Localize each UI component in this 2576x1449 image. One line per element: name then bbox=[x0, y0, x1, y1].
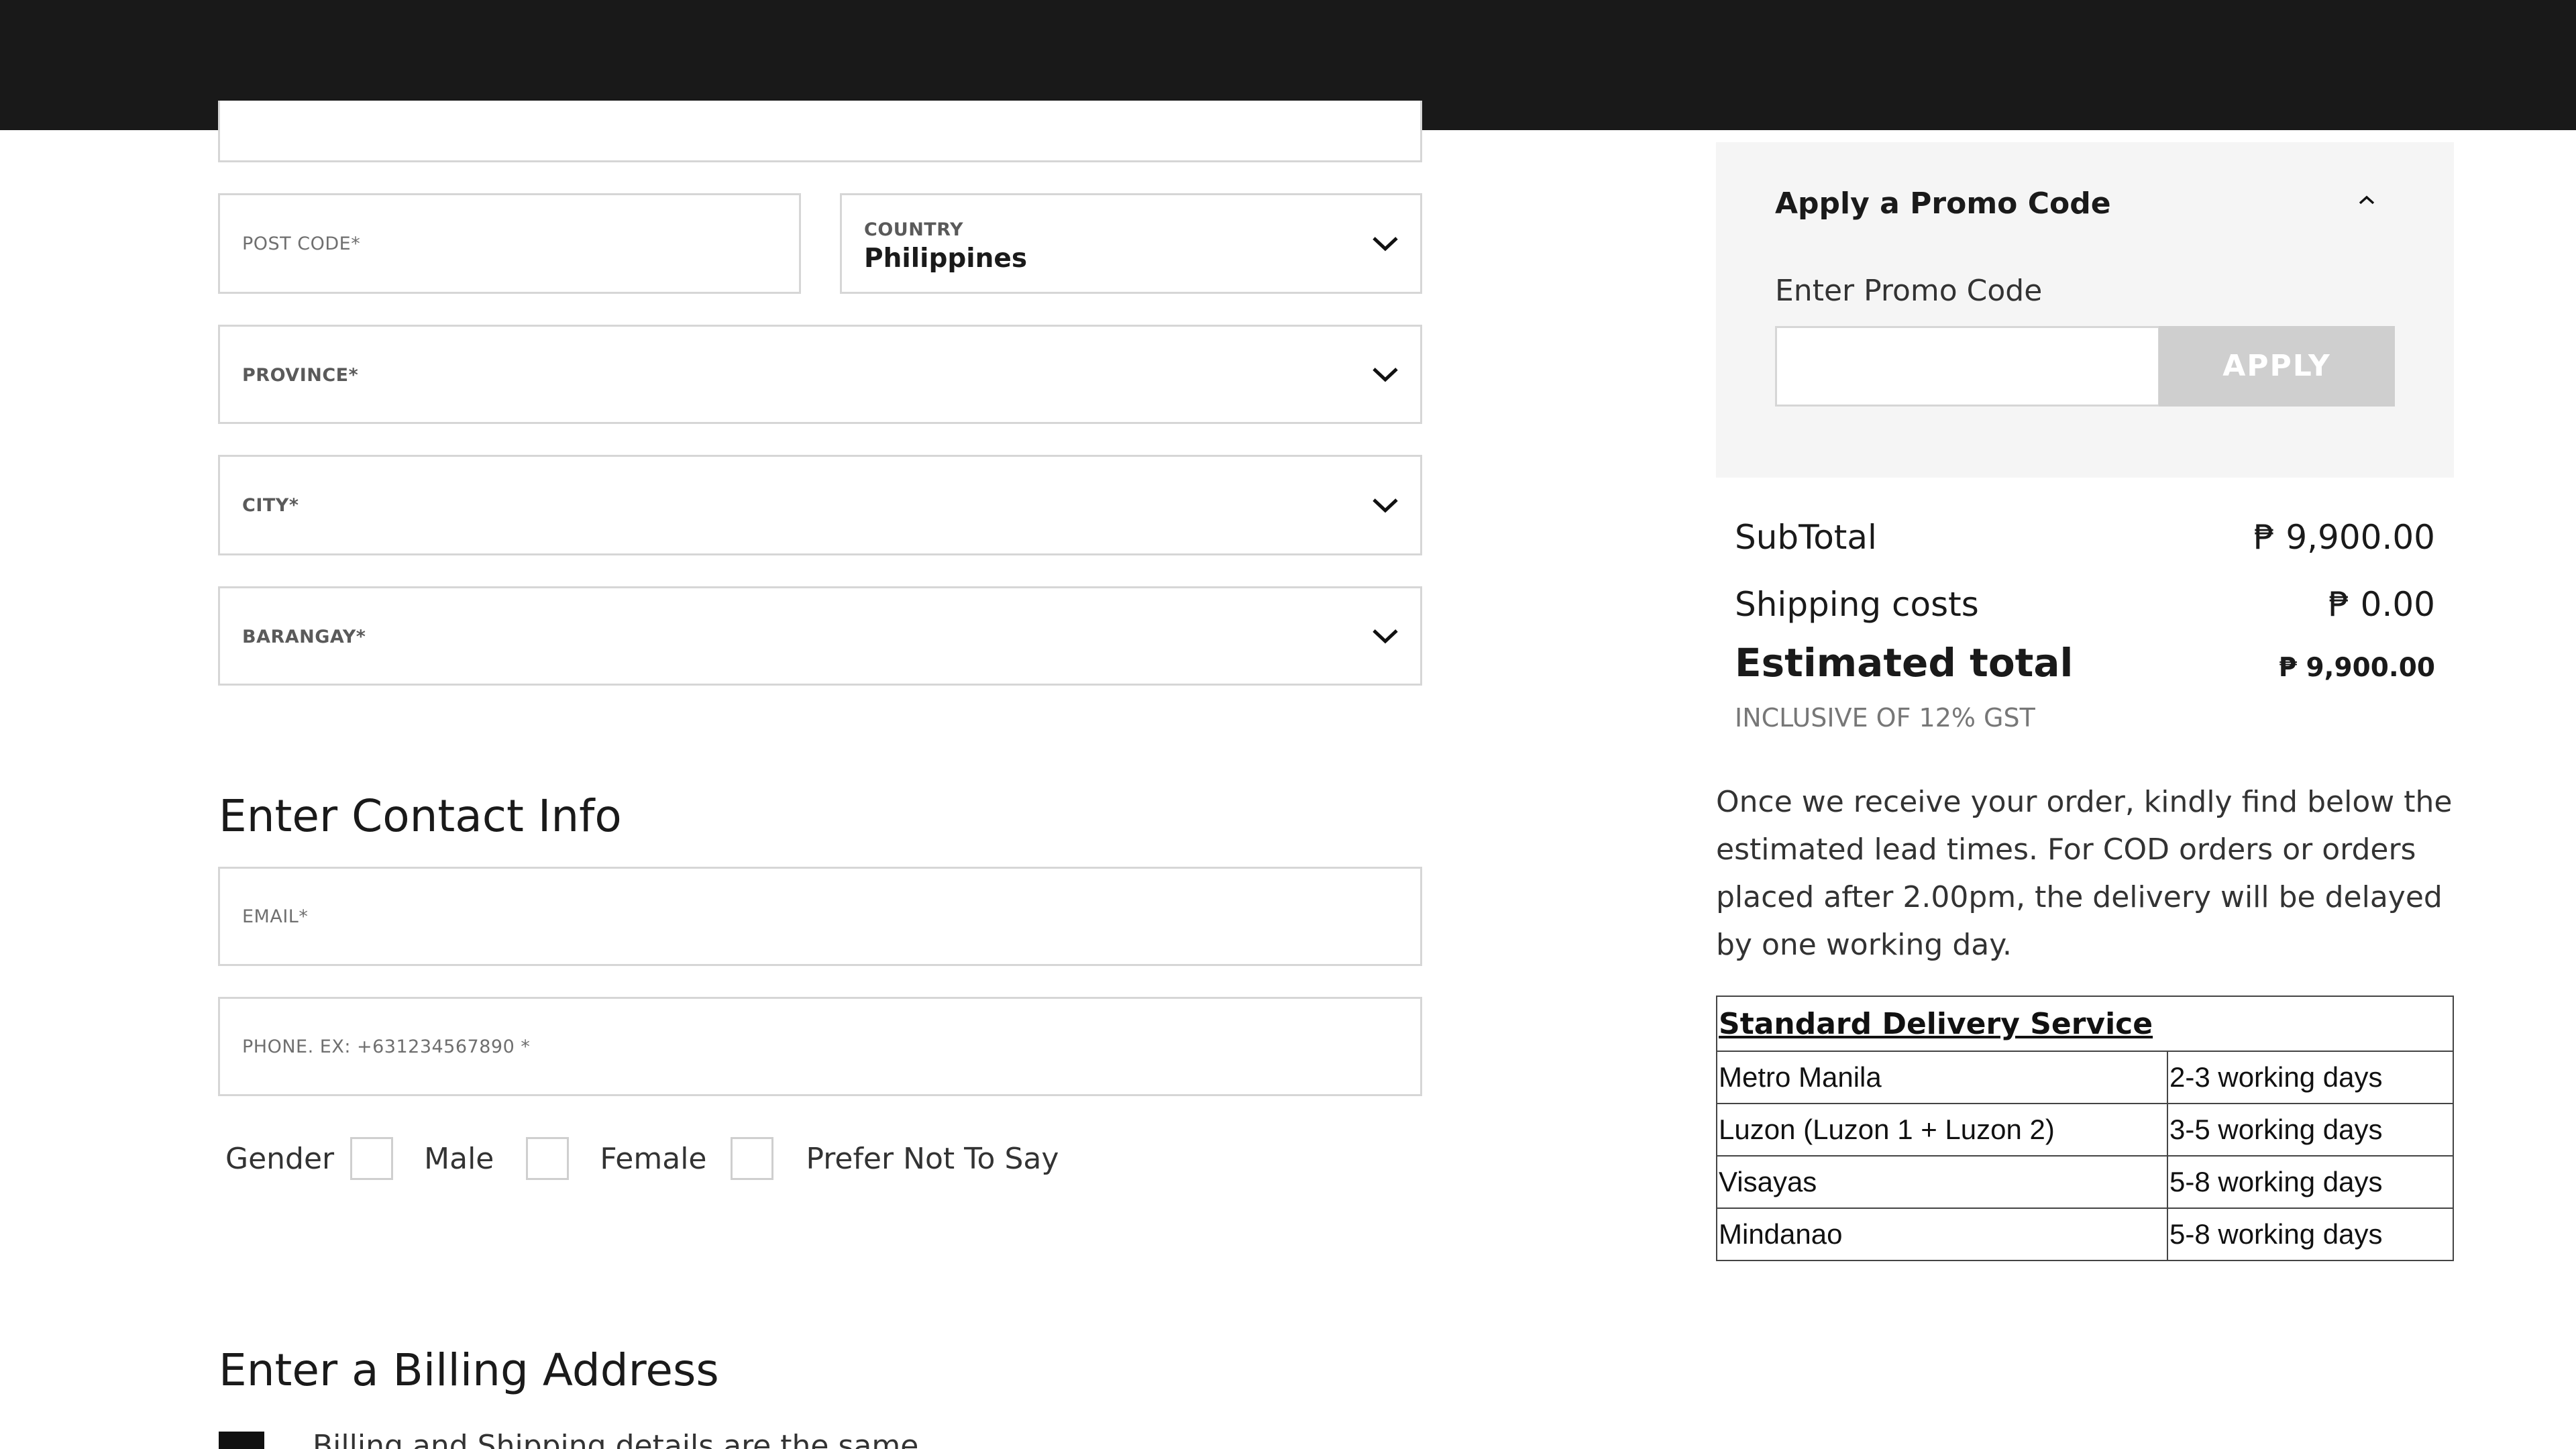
prefer-not-to-say-label: Prefer Not To Say bbox=[806, 1141, 1059, 1176]
estimated-total-label: Estimated total bbox=[1735, 640, 2074, 686]
post-code-label: POST CODE* bbox=[242, 233, 361, 254]
country-select[interactable]: COUNTRY Philippines bbox=[840, 193, 1422, 294]
barangay-select[interactable]: BARANGAY* bbox=[218, 586, 1422, 686]
promo-code-title[interactable]: Apply a Promo Code bbox=[1775, 186, 2111, 221]
contact-info-heading: Enter Contact Info bbox=[219, 790, 622, 842]
country-label: COUNTRY bbox=[864, 219, 964, 240]
table-row: Visayas 5-8 working days bbox=[1716, 1155, 2454, 1209]
chevron-down-icon[interactable] bbox=[1372, 628, 1399, 644]
gender-label: Gender bbox=[225, 1141, 335, 1176]
gender-options: Gender Male Female Prefer Not To Say bbox=[225, 1134, 1059, 1183]
phone-label: PHONE. EX: +631234567890 * bbox=[242, 1036, 531, 1057]
table-header-row: Standard Delivery Service bbox=[1716, 996, 2454, 1052]
time-cell: 2-3 working days bbox=[2167, 1051, 2454, 1104]
region-cell: Mindanao bbox=[1716, 1208, 2168, 1261]
estimated-total-row: Estimated total ₱ 9,900.00 bbox=[1735, 640, 2435, 686]
tax-note: INCLUSIVE OF 12% GST bbox=[1735, 703, 2035, 733]
region-cell: Metro Manila bbox=[1716, 1051, 2168, 1104]
barangay-label: BARANGAY* bbox=[242, 627, 366, 647]
same-as-shipping-label: Billing and Shipping details are the sam… bbox=[313, 1429, 919, 1449]
shipping-label: Shipping costs bbox=[1735, 585, 1979, 624]
chevron-down-icon[interactable] bbox=[1372, 366, 1399, 382]
email-label: EMAIL* bbox=[242, 906, 309, 927]
female-checkbox[interactable] bbox=[526, 1137, 570, 1180]
promo-code-input[interactable] bbox=[1775, 326, 2160, 407]
phone-field[interactable]: PHONE. EX: +631234567890 * bbox=[218, 997, 1422, 1096]
subtotal-label: SubTotal bbox=[1735, 518, 1877, 557]
time-cell: 5-8 working days bbox=[2167, 1208, 2454, 1261]
promo-code-panel: Apply a Promo Code Enter Promo Code APPL… bbox=[1716, 142, 2454, 478]
province-select[interactable]: PROVINCE* bbox=[218, 325, 1422, 424]
chevron-up-icon[interactable] bbox=[2358, 195, 2375, 205]
city-label: CITY* bbox=[242, 495, 299, 516]
time-cell: 3-5 working days bbox=[2167, 1103, 2454, 1157]
country-value: Philippines bbox=[864, 244, 1028, 274]
region-cell: Visayas bbox=[1716, 1155, 2168, 1209]
region-cell: Luzon (Luzon 1 + Luzon 2) bbox=[1716, 1103, 2168, 1157]
subtotal-value: ₱ 9,900.00 bbox=[2253, 518, 2435, 557]
male-checkbox[interactable] bbox=[350, 1137, 394, 1180]
table-row: Metro Manila 2-3 working days bbox=[1716, 1051, 2454, 1104]
apply-button[interactable]: APPLY bbox=[2159, 326, 2395, 407]
time-cell: 5-8 working days bbox=[2167, 1155, 2454, 1209]
city-select[interactable]: CITY* bbox=[218, 455, 1422, 555]
chevron-down-icon[interactable] bbox=[1372, 497, 1399, 513]
table-row: Luzon (Luzon 1 + Luzon 2) 3-5 working da… bbox=[1716, 1103, 2454, 1157]
subtotal-row: SubTotal ₱ 9,900.00 bbox=[1735, 518, 2435, 557]
female-label: Female bbox=[600, 1141, 707, 1176]
estimated-total-value: ₱ 9,900.00 bbox=[2278, 653, 2435, 683]
lead-times-intro: Once we receive your order, kindly find … bbox=[1716, 785, 2453, 962]
shipping-row: Shipping costs ₱ 0.00 bbox=[1735, 585, 2435, 624]
billing-address-heading: Enter a Billing Address bbox=[219, 1344, 719, 1396]
table-row: Mindanao 5-8 working days bbox=[1716, 1208, 2454, 1261]
chevron-down-icon[interactable] bbox=[1372, 235, 1399, 252]
shipping-value: ₱ 0.00 bbox=[2328, 585, 2435, 624]
male-label: Male bbox=[424, 1141, 494, 1176]
same-as-shipping-checkbox[interactable] bbox=[219, 1432, 264, 1449]
delivery-lead-times-table: Standard Delivery Service Metro Manila 2… bbox=[1716, 996, 2454, 1261]
province-label: PROVINCE* bbox=[242, 365, 359, 386]
promo-code-label: Enter Promo Code bbox=[1775, 274, 2043, 308]
checkout-page: POST CODE* COUNTRY Philippines PROVINCE*… bbox=[0, 0, 2576, 1449]
email-field[interactable]: EMAIL* bbox=[218, 867, 1422, 966]
address-line-field[interactable] bbox=[218, 101, 1422, 162]
table-title: Standard Delivery Service bbox=[1716, 996, 2454, 1052]
prefer-not-to-say-checkbox[interactable] bbox=[731, 1137, 774, 1180]
post-code-input[interactable]: POST CODE* bbox=[218, 193, 801, 294]
